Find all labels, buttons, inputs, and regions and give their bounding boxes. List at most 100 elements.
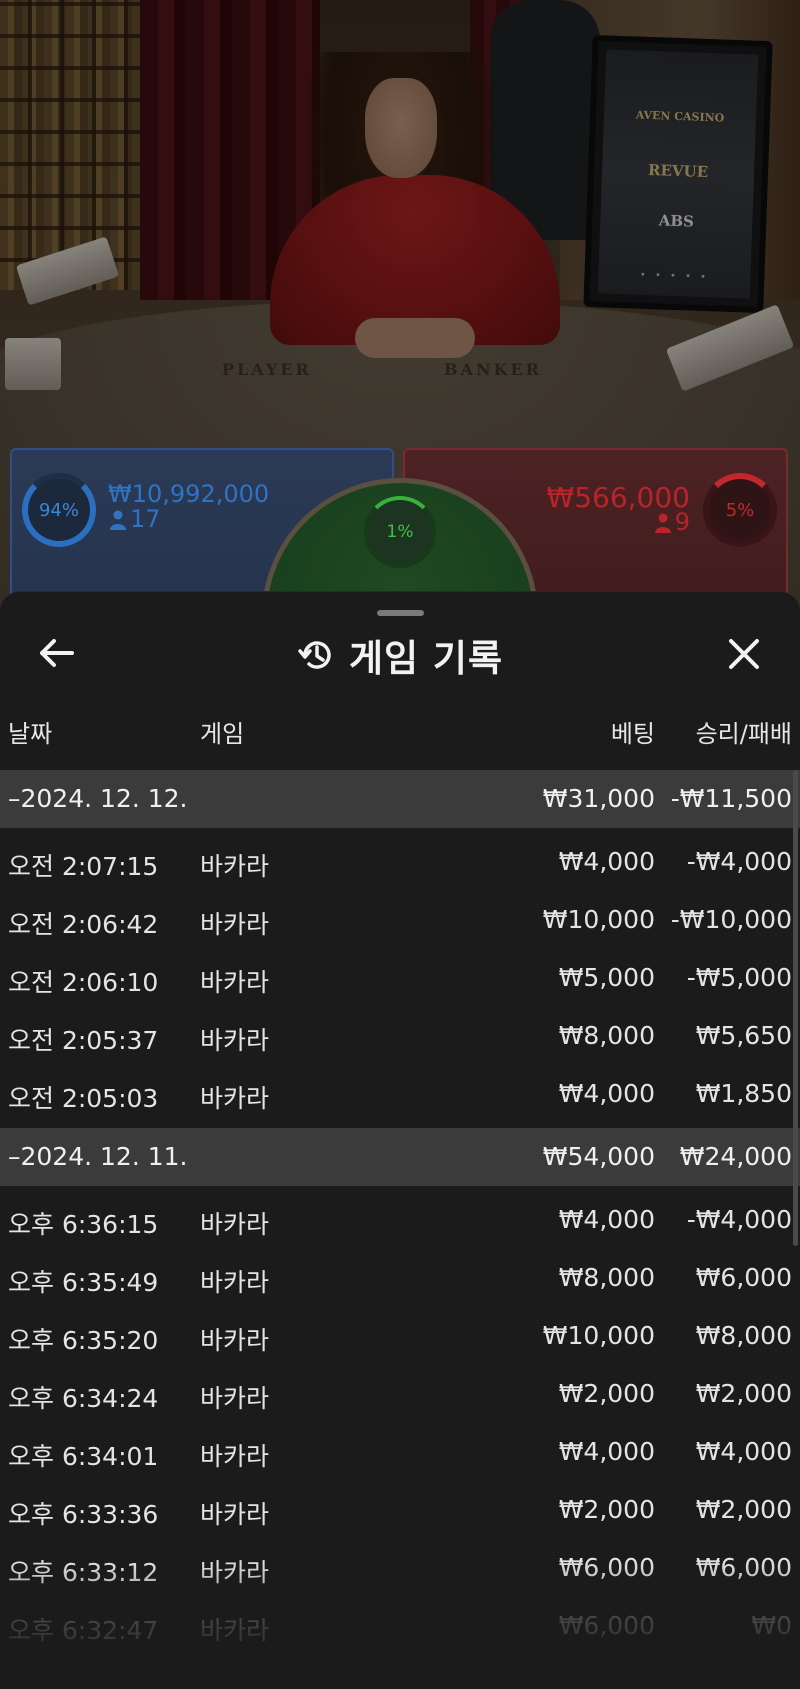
row-time: 오후 6:36:15 bbox=[8, 1210, 159, 1239]
row-time: 오후 6:32:47 bbox=[8, 1616, 159, 1645]
row-win: -₩4,000 bbox=[686, 1205, 792, 1234]
row-bet: ₩4,000 bbox=[558, 1079, 655, 1108]
group-win-total: ₩24,000 bbox=[679, 1142, 792, 1171]
row-bet: ₩2,000 bbox=[558, 1379, 655, 1408]
date-group-header[interactable]: –2024. 12. 12. ₩31,000 -₩11,500 bbox=[0, 770, 800, 828]
row-win: ₩6,000 bbox=[695, 1263, 792, 1292]
row-bet: ₩8,000 bbox=[558, 1263, 655, 1292]
row-game: 바카라 bbox=[200, 1384, 270, 1413]
group-date: –2024. 12. 12. bbox=[8, 784, 188, 813]
row-bet: ₩4,000 bbox=[558, 1205, 655, 1234]
history-row[interactable]: 오후 6:34:01 바카라 ₩4,000 ₩4,000 bbox=[0, 1423, 800, 1481]
row-game: 바카라 bbox=[200, 1210, 270, 1239]
row-win: ₩6,000 bbox=[695, 1553, 792, 1582]
banker-percent: 5% bbox=[725, 499, 755, 521]
row-time: 오전 2:05:37 bbox=[8, 1026, 159, 1055]
banker-count-value: 9 bbox=[674, 508, 690, 536]
row-win: ₩5,650 bbox=[695, 1021, 792, 1050]
row-time: 오전 2:05:03 bbox=[8, 1084, 159, 1113]
row-time: 오전 2:06:10 bbox=[8, 968, 159, 997]
row-bet: ₩5,000 bbox=[558, 963, 655, 992]
history-row[interactable]: 오전 2:06:42 바카라 ₩10,000 -₩10,000 bbox=[0, 891, 800, 949]
row-time: 오후 6:33:12 bbox=[8, 1558, 159, 1587]
row-win: -₩10,000 bbox=[670, 905, 792, 934]
row-bet: ₩4,000 bbox=[558, 1437, 655, 1466]
row-win: ₩0 bbox=[751, 1611, 792, 1640]
row-time: 오전 2:06:42 bbox=[8, 910, 159, 939]
row-bet: ₩10,000 bbox=[542, 1321, 655, 1350]
tie-percent: 1% bbox=[386, 522, 414, 542]
row-time: 오전 2:07:15 bbox=[8, 852, 159, 881]
history-row[interactable]: 오후 6:34:24 바카라 ₩2,000 ₩2,000 bbox=[0, 1365, 800, 1423]
column-date: 날짜 bbox=[8, 720, 53, 748]
row-game: 바카라 bbox=[200, 1442, 270, 1471]
row-win: -₩5,000 bbox=[686, 963, 792, 992]
row-time: 오후 6:35:20 bbox=[8, 1326, 159, 1355]
player-bet-amount: ₩10,992,000 bbox=[108, 480, 270, 508]
row-win: ₩2,000 bbox=[695, 1379, 792, 1408]
history-row[interactable]: 오후 6:35:20 바카라 ₩10,000 ₩8,000 bbox=[0, 1307, 800, 1365]
row-game: 바카라 bbox=[200, 1558, 270, 1587]
banker-count: 9 bbox=[654, 508, 690, 536]
row-win: ₩8,000 bbox=[695, 1321, 792, 1350]
group-date: –2024. 12. 11. bbox=[8, 1142, 188, 1171]
player-percent-ring: 94% bbox=[22, 473, 96, 547]
game-history-sheet: 게임 기록 날짜 게임 베팅 승리/패배 –2024. 12. 12. ₩31,… bbox=[0, 591, 800, 1689]
history-row[interactable]: 오후 6:36:15 바카라 ₩4,000 -₩4,000 bbox=[0, 1191, 800, 1249]
close-icon bbox=[729, 639, 759, 669]
player-percent: 94% bbox=[38, 499, 79, 521]
history-row[interactable]: 오전 2:05:03 바카라 ₩4,000 ₩1,850 bbox=[0, 1065, 800, 1123]
sheet-header: 게임 기록 bbox=[0, 630, 800, 680]
history-row[interactable]: 오전 2:06:10 바카라 ₩5,000 -₩5,000 bbox=[0, 949, 800, 1007]
player-count-value: 17 bbox=[130, 505, 161, 533]
date-group-header[interactable]: –2024. 12. 11. ₩54,000 ₩24,000 bbox=[0, 1128, 800, 1186]
row-time: 오후 6:35:49 bbox=[8, 1268, 159, 1297]
row-bet: ₩8,000 bbox=[558, 1021, 655, 1050]
row-game: 바카라 bbox=[200, 852, 270, 881]
row-time: 오후 6:33:36 bbox=[8, 1500, 159, 1529]
group-bet-total: ₩54,000 bbox=[542, 1142, 655, 1171]
history-row[interactable]: 오후 6:32:47 바카라 ₩6,000 ₩0 bbox=[0, 1597, 800, 1655]
row-game: 바카라 bbox=[200, 1026, 270, 1055]
sheet-drag-handle[interactable] bbox=[377, 610, 424, 616]
tie-percent-ring: 1% bbox=[364, 496, 436, 568]
row-game: 바카라 bbox=[200, 910, 270, 939]
history-row[interactable]: 오전 2:07:15 바카라 ₩4,000 -₩4,000 bbox=[0, 833, 800, 891]
row-game: 바카라 bbox=[200, 1500, 270, 1529]
row-time: 오후 6:34:24 bbox=[8, 1384, 159, 1413]
history-row[interactable]: 오후 6:33:36 바카라 ₩2,000 ₩2,000 bbox=[0, 1481, 800, 1539]
list-scrollbar[interactable] bbox=[793, 770, 798, 1246]
row-bet: ₩2,000 bbox=[558, 1495, 655, 1524]
history-table-header: 날짜 게임 베팅 승리/패배 bbox=[0, 712, 800, 758]
group-bet-total: ₩31,000 bbox=[542, 784, 655, 813]
column-game: 게임 bbox=[200, 720, 245, 748]
row-game: 바카라 bbox=[200, 968, 270, 997]
history-row[interactable]: 오전 2:05:37 바카라 ₩8,000 ₩5,650 bbox=[0, 1007, 800, 1065]
column-win-loss: 승리/패배 bbox=[695, 720, 792, 748]
row-win: ₩2,000 bbox=[695, 1495, 792, 1524]
group-win-total: -₩11,500 bbox=[670, 784, 792, 813]
person-icon bbox=[110, 510, 126, 530]
row-win: -₩4,000 bbox=[686, 847, 792, 876]
row-win: ₩4,000 bbox=[695, 1437, 792, 1466]
row-game: 바카라 bbox=[200, 1326, 270, 1355]
person-icon bbox=[654, 513, 671, 533]
row-win: ₩1,850 bbox=[695, 1079, 792, 1108]
row-bet: ₩4,000 bbox=[558, 847, 655, 876]
row-bet: ₩10,000 bbox=[542, 905, 655, 934]
player-count: 17 bbox=[110, 505, 161, 533]
close-button[interactable] bbox=[722, 632, 766, 676]
history-row[interactable]: 오후 6:35:49 바카라 ₩8,000 ₩6,000 bbox=[0, 1249, 800, 1307]
history-list[interactable]: –2024. 12. 12. ₩31,000 -₩11,500 오전 2:07:… bbox=[0, 770, 800, 1655]
row-game: 바카라 bbox=[200, 1268, 270, 1297]
sheet-title: 게임 기록 bbox=[348, 637, 504, 680]
history-icon bbox=[298, 641, 331, 669]
row-game: 바카라 bbox=[200, 1084, 270, 1113]
row-bet: ₩6,000 bbox=[558, 1611, 655, 1640]
row-time: 오후 6:34:01 bbox=[8, 1442, 159, 1471]
history-row[interactable]: 오후 6:33:12 바카라 ₩6,000 ₩6,000 bbox=[0, 1539, 800, 1597]
live-baccarat-screen: AVEN CASINO REVUE ABS • • • • • PLAYER B… bbox=[0, 0, 800, 1689]
column-bet: 베팅 bbox=[610, 720, 655, 748]
banker-percent-ring: 5% bbox=[703, 473, 777, 547]
row-game: 바카라 bbox=[200, 1616, 270, 1645]
